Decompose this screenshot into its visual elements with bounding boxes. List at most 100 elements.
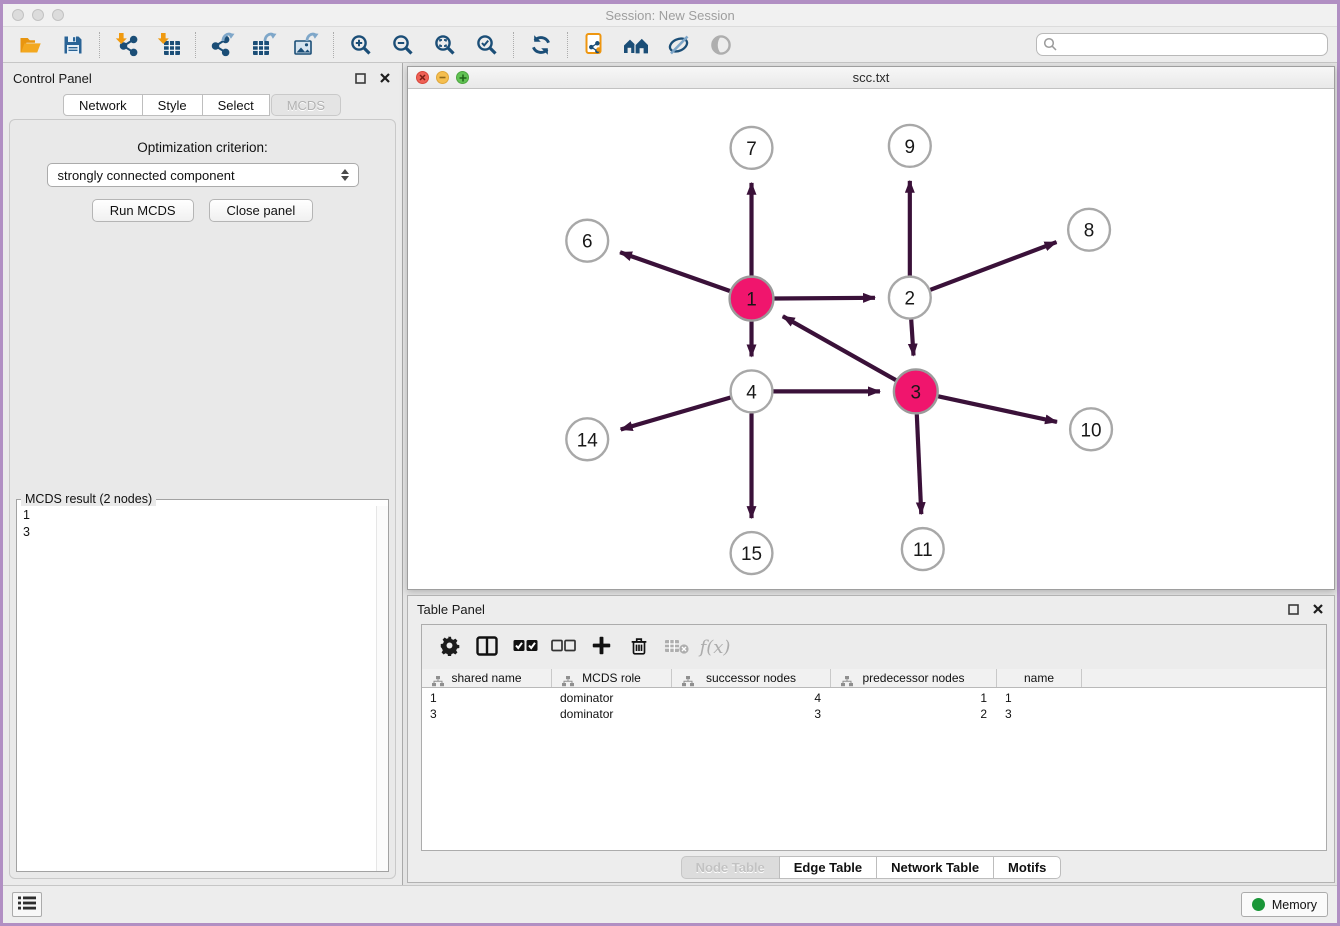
- column-header-predecessor-nodes[interactable]: predecessor nodes: [831, 669, 997, 687]
- window-zoom-button[interactable]: [52, 9, 64, 21]
- delete-column-button[interactable]: [621, 630, 657, 664]
- export-table-button[interactable]: [246, 30, 283, 60]
- window-minimize-button[interactable]: [32, 9, 44, 21]
- network-window-titlebar[interactable]: scc.txt: [408, 67, 1334, 89]
- column-header-name[interactable]: name: [997, 669, 1082, 687]
- cell-predecessor-nodes[interactable]: 2: [831, 707, 997, 721]
- graph-edge-4-14[interactable]: [621, 397, 731, 429]
- tab-select[interactable]: Select: [202, 94, 270, 116]
- cell-MCDS-role[interactable]: dominator: [552, 691, 672, 705]
- window-titlebar[interactable]: Session: New Session: [3, 4, 1337, 27]
- cell-successor-nodes[interactable]: 4: [672, 691, 831, 705]
- apply-style-button[interactable]: [660, 30, 697, 60]
- toolbar-group-1: [12, 30, 91, 60]
- import-table-icon: [156, 32, 182, 57]
- zoom-out-button[interactable]: [384, 30, 421, 60]
- graph-node-15[interactable]: 15: [731, 532, 773, 574]
- window-close-button[interactable]: [12, 9, 24, 21]
- main-toolbar: [3, 27, 1337, 63]
- network-view-window[interactable]: scc.txt 1 2 3 4 6 7 8 9 10 11 14 15: [407, 66, 1335, 590]
- home-layout-button[interactable]: [618, 30, 655, 60]
- cell-name[interactable]: 1: [997, 691, 1082, 705]
- cell-predecessor-nodes[interactable]: 1: [831, 691, 997, 705]
- graph-edge-3-1[interactable]: [783, 316, 896, 380]
- graph-node-10[interactable]: 10: [1070, 408, 1112, 450]
- table-settings-button[interactable]: [431, 630, 467, 664]
- cell-MCDS-role[interactable]: dominator: [552, 707, 672, 721]
- table-panel-header: Table Panel: [408, 596, 1334, 622]
- deselect-all-rows-button[interactable]: [545, 630, 581, 664]
- select-all-rows-button[interactable]: [507, 630, 543, 664]
- optimization-criterion-select[interactable]: strongly connected component: [47, 163, 359, 187]
- network-window-controls: [408, 71, 469, 84]
- column-header-shared-name[interactable]: shared name: [422, 669, 552, 687]
- column-header-MCDS-role[interactable]: MCDS role: [552, 669, 672, 687]
- show-hide-button: [702, 30, 739, 60]
- graph-edge-1-6[interactable]: [620, 252, 730, 291]
- tab-motifs[interactable]: Motifs: [993, 856, 1061, 879]
- column-header-successor-nodes[interactable]: successor nodes: [672, 669, 831, 687]
- network-minimize-button[interactable]: [436, 71, 449, 84]
- table-row[interactable]: 3dominator323: [422, 706, 1326, 722]
- graph-edge-2-8[interactable]: [930, 242, 1056, 290]
- save-session-button[interactable]: [54, 30, 91, 60]
- graph-edge-3-10[interactable]: [938, 396, 1057, 422]
- close-panel-button-2[interactable]: Close panel: [209, 199, 314, 222]
- zoom-selected-button[interactable]: [468, 30, 505, 60]
- tab-mcds[interactable]: MCDS: [271, 94, 341, 116]
- task-history-button[interactable]: [12, 892, 42, 917]
- clone-network-button[interactable]: [576, 30, 613, 60]
- network-close-button[interactable]: [416, 71, 429, 84]
- close-panel-button[interactable]: [378, 71, 392, 85]
- graph-node-8[interactable]: 8: [1068, 209, 1110, 251]
- graph-edge-3-11[interactable]: [917, 414, 921, 514]
- tab-edge-table[interactable]: Edge Table: [779, 856, 877, 879]
- graph-node-14[interactable]: 14: [566, 418, 608, 460]
- tab-network-table[interactable]: Network Table: [876, 856, 994, 879]
- graph-node-4[interactable]: 4: [731, 370, 773, 412]
- tab-node-table[interactable]: Node Table: [681, 856, 780, 879]
- zoom-fit-button[interactable]: [426, 30, 463, 60]
- home-layout-icon: [623, 33, 650, 57]
- network-zoom-button[interactable]: [456, 71, 469, 84]
- search-input[interactable]: [1036, 33, 1328, 56]
- graph-node-3[interactable]: 3: [894, 369, 938, 413]
- float-panel-button[interactable]: [353, 71, 367, 85]
- table-row[interactable]: 1dominator411: [422, 690, 1326, 706]
- column-browser-button[interactable]: [469, 630, 505, 664]
- tab-network[interactable]: Network: [63, 94, 143, 116]
- refresh-view-button[interactable]: [522, 30, 559, 60]
- import-network-button[interactable]: [108, 30, 145, 60]
- graph-node-7[interactable]: 7: [731, 127, 773, 169]
- memory-button[interactable]: Memory: [1241, 892, 1328, 917]
- graph-edge-2-3[interactable]: [911, 320, 913, 356]
- graph-edge-1-2[interactable]: [774, 298, 875, 299]
- open-session-button[interactable]: [12, 30, 49, 60]
- result-scrollbar[interactable]: [376, 506, 388, 871]
- float-table-panel-button[interactable]: [1286, 602, 1300, 616]
- cell-name[interactable]: 3: [997, 707, 1082, 721]
- toolbar-group-5: [522, 30, 559, 60]
- network-canvas[interactable]: 1 2 3 4 6 7 8 9 10 11 14 15: [408, 90, 1334, 589]
- add-column-button[interactable]: [583, 630, 619, 664]
- export-image-button[interactable]: [288, 30, 325, 60]
- graph-node-2[interactable]: 2: [889, 277, 931, 319]
- cell-successor-nodes[interactable]: 3: [672, 707, 831, 721]
- cell-shared-name[interactable]: 3: [422, 707, 552, 721]
- run-mcds-button[interactable]: Run MCDS: [92, 199, 194, 222]
- close-table-panel-button[interactable]: [1311, 602, 1325, 616]
- svg-text:3: 3: [911, 382, 922, 403]
- graph-node-1[interactable]: 1: [730, 277, 774, 321]
- export-network-button[interactable]: [204, 30, 241, 60]
- table-panel: Table Panel f(x) shared nameMCDS rolesuc…: [407, 595, 1335, 883]
- tab-style[interactable]: Style: [142, 94, 203, 116]
- graph-canvas[interactable]: 1 2 3 4 6 7 8 9 10 11 14 15: [408, 90, 1334, 589]
- cell-shared-name[interactable]: 1: [422, 691, 552, 705]
- graph-node-6[interactable]: 6: [566, 220, 608, 262]
- graph-node-9[interactable]: 9: [889, 125, 931, 167]
- memory-label: Memory: [1272, 898, 1317, 912]
- import-table-button[interactable]: [150, 30, 187, 60]
- zoom-in-button[interactable]: [342, 30, 379, 60]
- graph-node-11[interactable]: 11: [902, 528, 944, 570]
- fx-icon: f(x): [700, 637, 731, 658]
